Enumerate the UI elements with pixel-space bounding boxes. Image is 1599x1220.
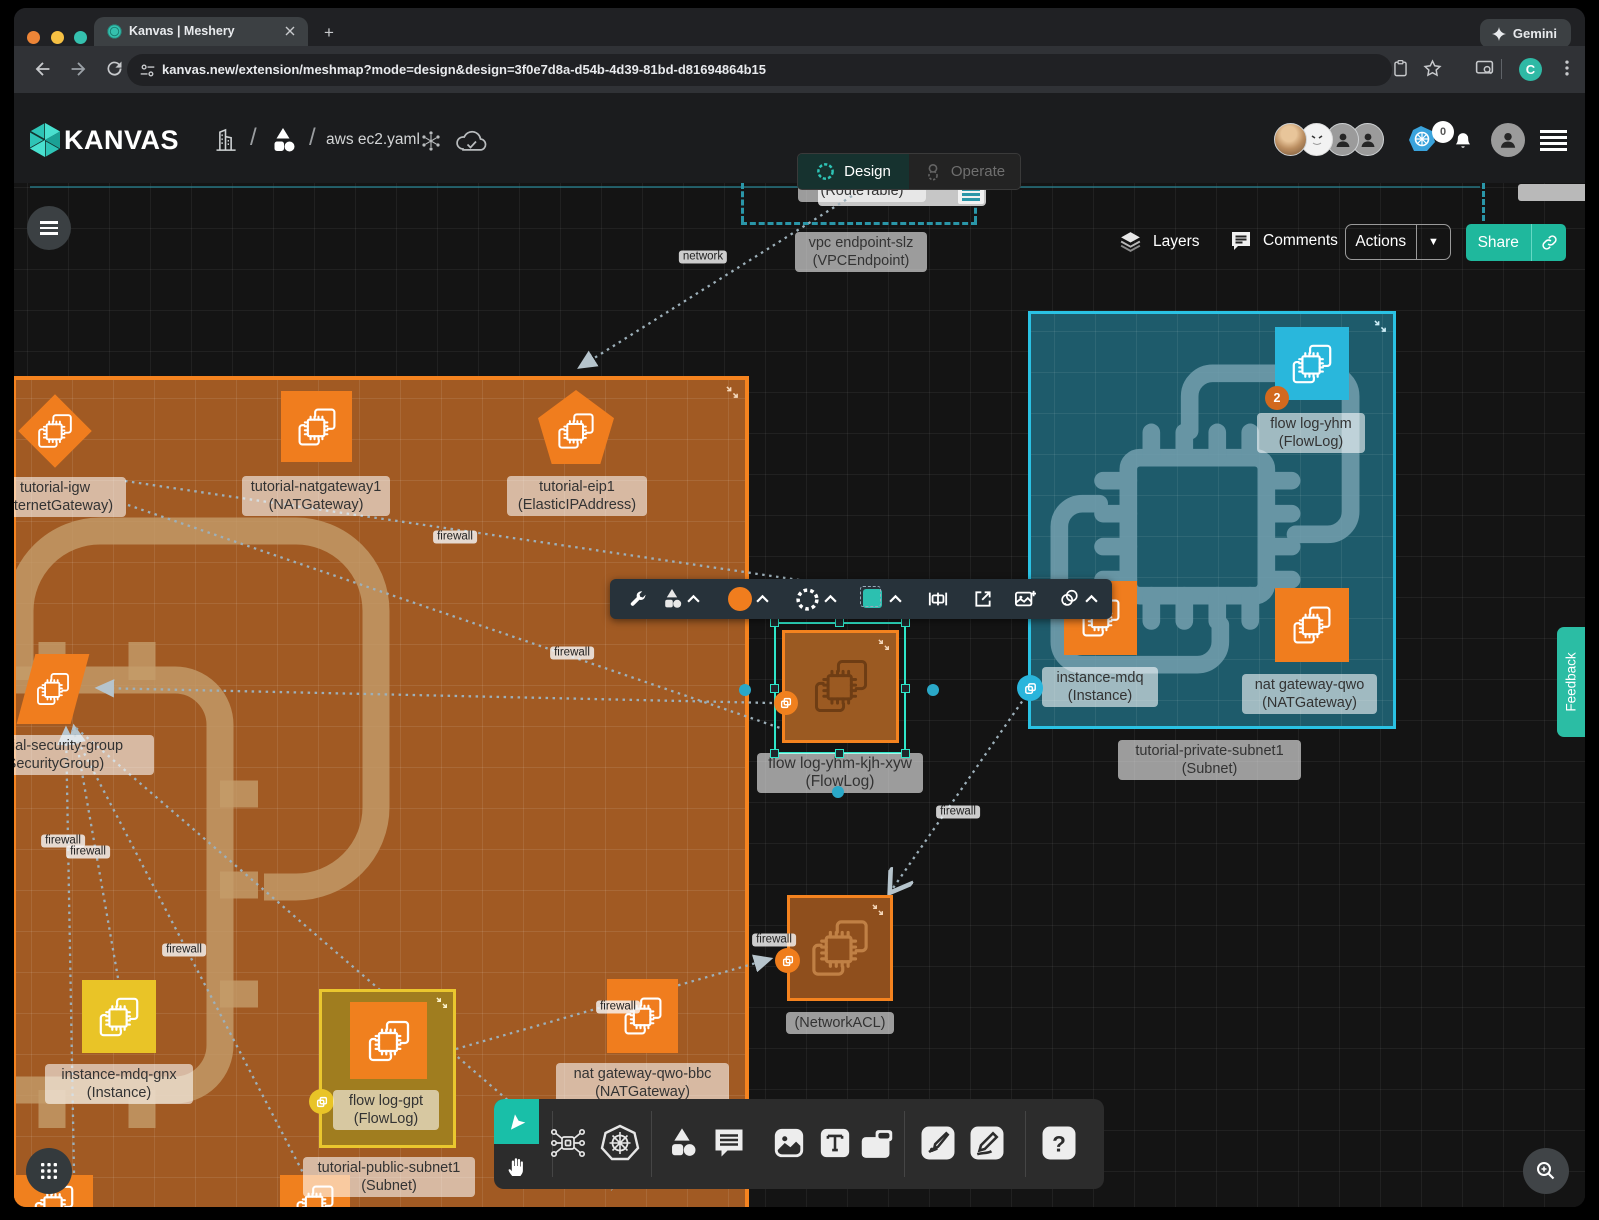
svg-text:?: ? — [1052, 1131, 1066, 1156]
